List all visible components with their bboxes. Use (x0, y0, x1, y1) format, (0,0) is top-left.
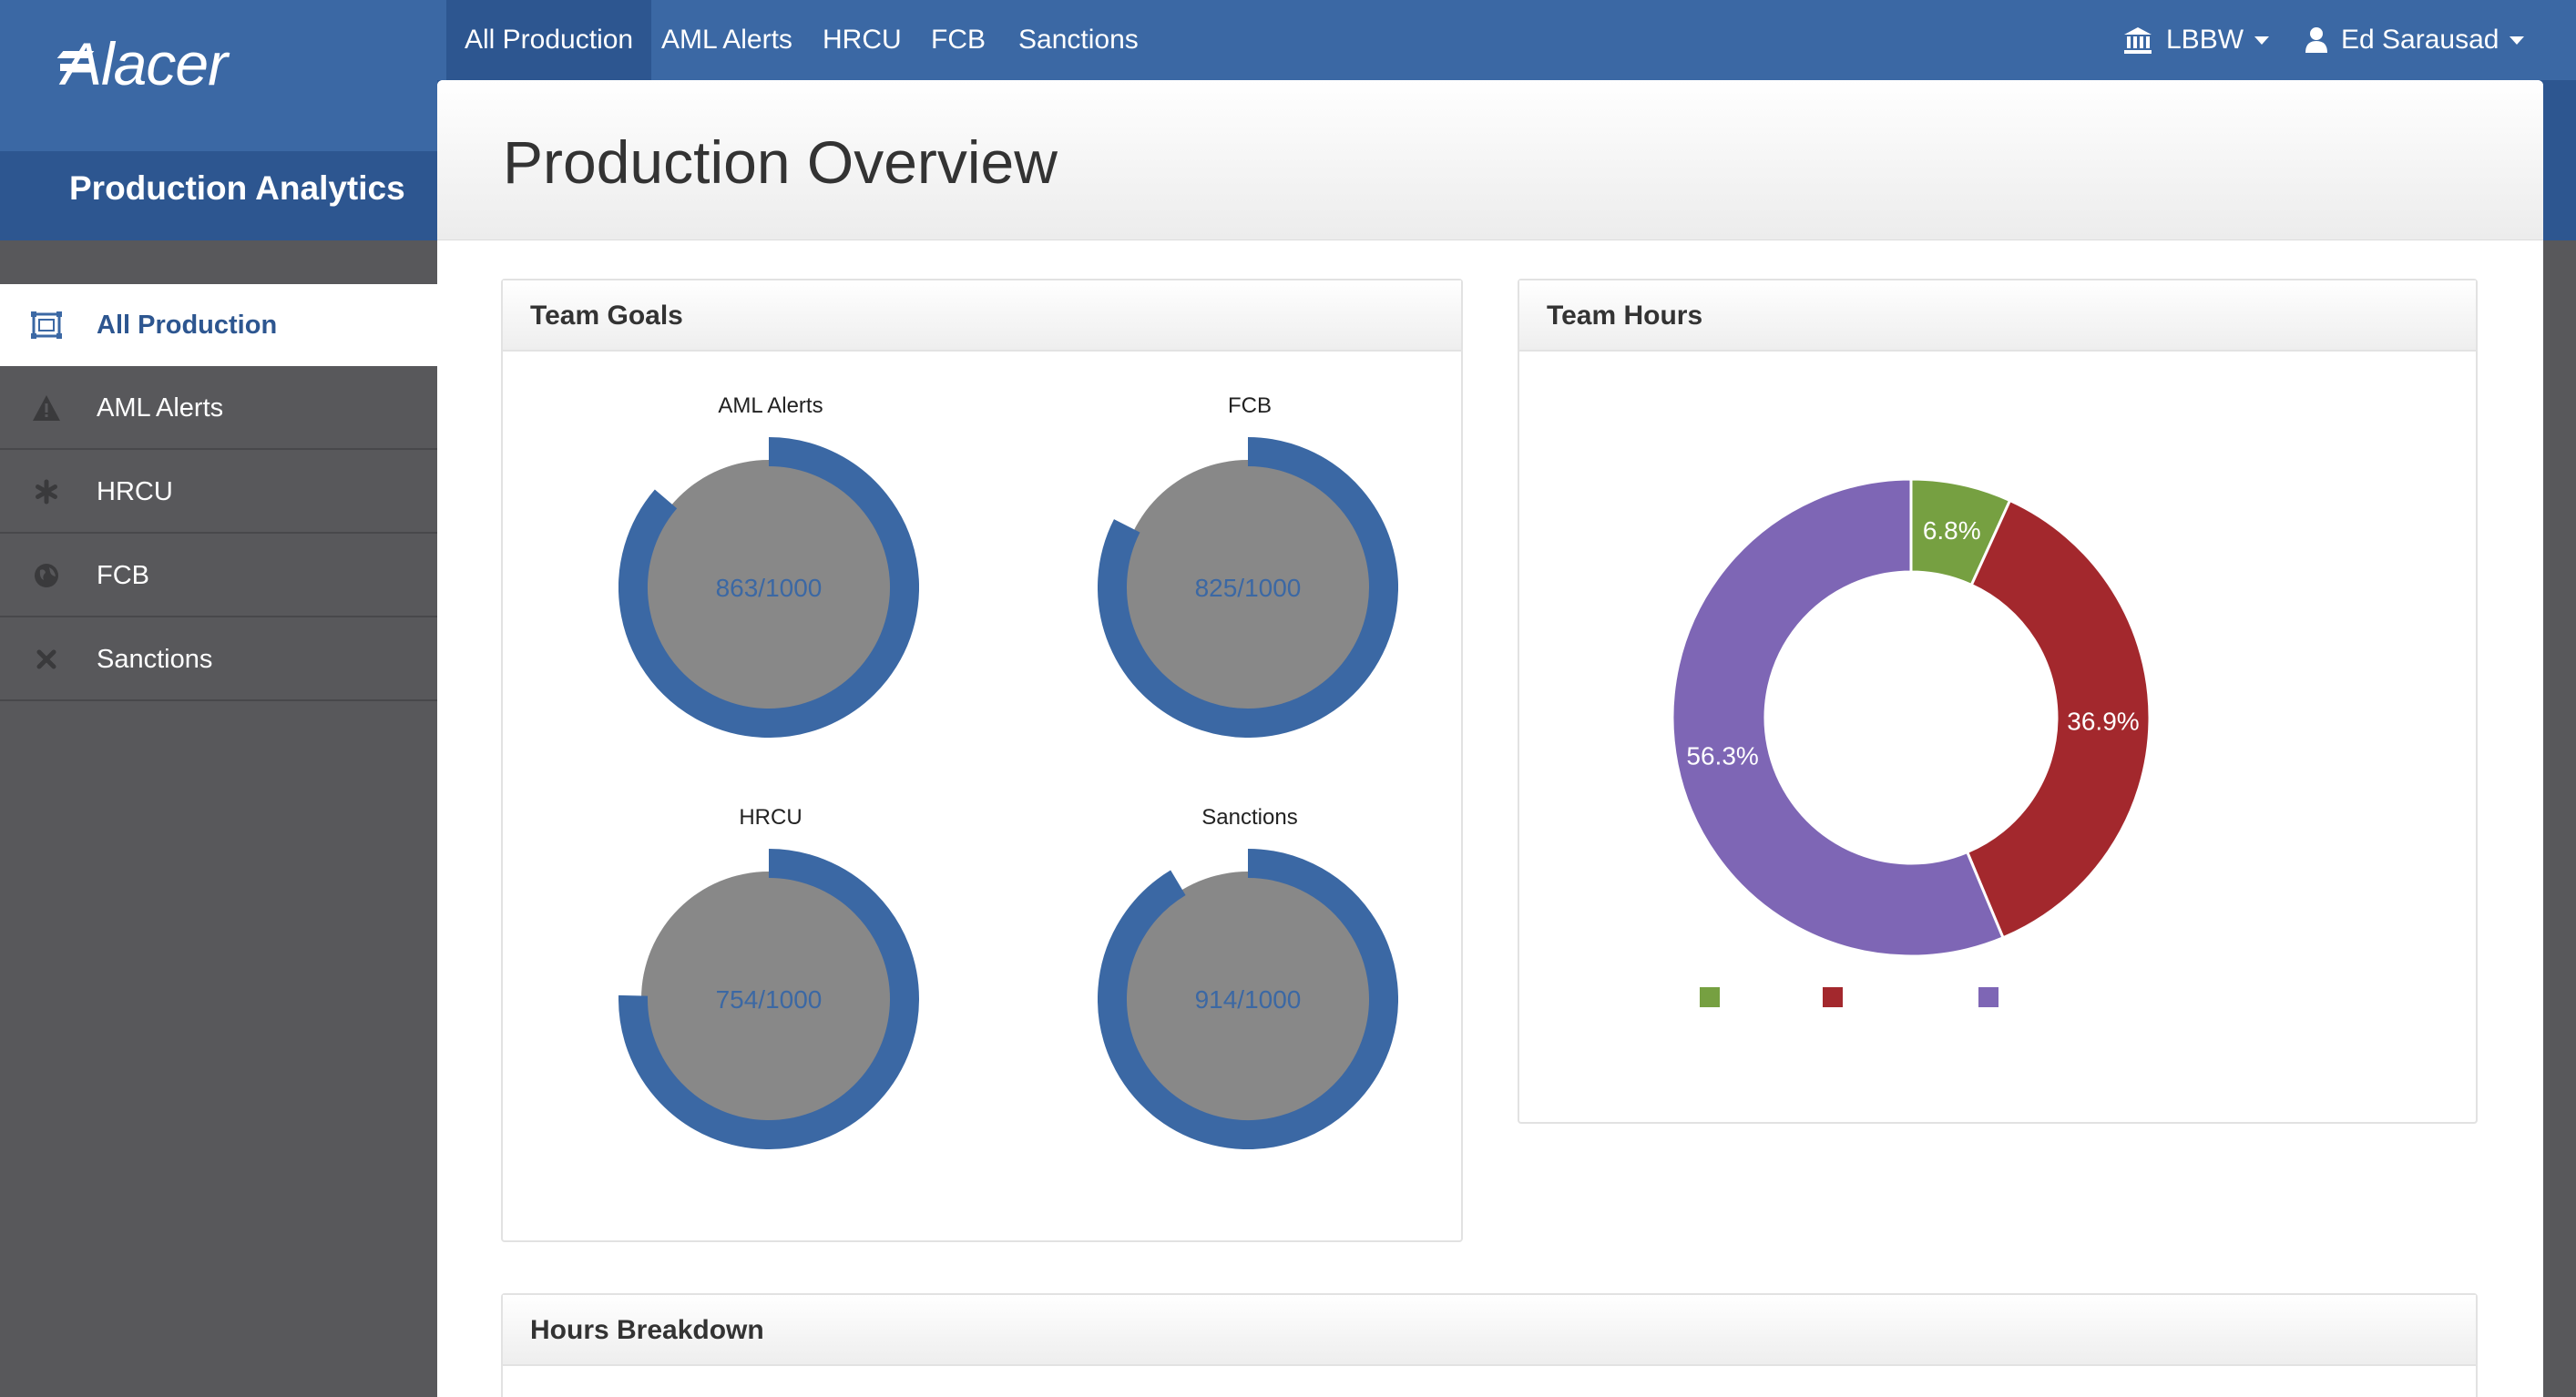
app-title: Production Analytics (69, 169, 405, 207)
hours-breakdown-panel: Hours Breakdown (501, 1293, 2478, 1397)
chevron-down-icon (2254, 36, 2270, 45)
gauge-value: 863/1000 (716, 574, 823, 602)
gauge-label: AML Alerts (718, 393, 823, 418)
panel-title: Team Hours (1547, 301, 1703, 331)
gauge-label: FCB (1228, 393, 1272, 418)
team-hours-panel: Team Hours 6.8% 36.9% 56.3% (1518, 279, 2478, 1124)
sidebar-item-all-production[interactable]: All Production (0, 284, 437, 366)
org-label: LBBW (2166, 25, 2244, 55)
gauge-label: Sanctions (1201, 805, 1298, 830)
sidebar-item-label: AML Alerts (97, 393, 224, 423)
sidebar-item-label: All Production (97, 310, 278, 340)
user-label: Ed Sarausad (2341, 25, 2499, 55)
topnav-hrcu[interactable]: HRCU (804, 0, 920, 80)
team-goals-panel: Team Goals AML Alerts 863/1000 FCB 825/1… (501, 279, 1463, 1242)
page-header: Production Overview (437, 80, 2543, 240)
gauge-sanctions: 914/1000 (1098, 849, 1398, 1149)
sidebar-item-label: FCB (97, 560, 149, 590)
panel-title: Hours Breakdown (530, 1315, 764, 1345)
donut-slice-label: 6.8% (1923, 516, 1981, 545)
warning-icon (31, 393, 62, 423)
sidebar-item-hrcu[interactable]: HRCU (0, 452, 437, 534)
page-title: Production Overview (503, 128, 1058, 196)
topnav-sanctions[interactable]: Sanctions (1000, 0, 1157, 80)
sidebar-item-aml-alerts[interactable]: AML Alerts (0, 368, 437, 450)
panel-title: Team Goals (530, 301, 683, 331)
topnav-all-production[interactable]: All Production (446, 0, 652, 80)
sidebar-item-fcb[interactable]: FCB (0, 535, 437, 617)
panel-header: Team Goals (503, 280, 1461, 352)
gauge-hrcu: 754/1000 (618, 849, 919, 1149)
close-icon (31, 644, 62, 675)
legend-swatch[interactable] (1823, 987, 1843, 1007)
main-content: Production Overview Team Goals AML Alert… (437, 80, 2543, 1397)
gauge-fcb: 825/1000 (1098, 437, 1398, 738)
gauge-label: HRCU (739, 805, 802, 830)
panel-header: Hours Breakdown (503, 1295, 2476, 1366)
org-dropdown[interactable]: LBBW (2122, 0, 2270, 80)
gauge-value: 754/1000 (716, 985, 823, 1014)
donut-slice-label: 56.3% (1686, 741, 1758, 770)
brand-logo[interactable]: Alacer (0, 0, 437, 151)
dashboard-icon (31, 310, 62, 341)
gauge-aml-alerts: 863/1000 (618, 437, 919, 738)
asterisk-icon (31, 476, 62, 507)
panel-header: Team Hours (1519, 280, 2476, 352)
user-icon (2305, 27, 2327, 53)
globe-icon (31, 560, 62, 591)
bank-icon (2124, 27, 2152, 54)
gauge-value: 914/1000 (1195, 985, 1302, 1014)
team-hours-donut-chart: 6.8% 36.9% 56.3% (1671, 477, 2152, 958)
topnav-fcb[interactable]: FCB (913, 0, 1004, 80)
donut-slice-label: 36.9% (2067, 707, 2139, 735)
page-gutter (2543, 240, 2576, 1397)
chevron-down-icon (2510, 36, 2525, 45)
legend-swatch[interactable] (1978, 987, 1998, 1007)
sidebar-item-label: Sanctions (97, 644, 213, 674)
gauge-value: 825/1000 (1195, 574, 1302, 602)
topnav-aml-alerts[interactable]: AML Alerts (643, 0, 811, 80)
legend-swatch[interactable] (1700, 987, 1720, 1007)
logo-text: Alacer (62, 30, 228, 97)
user-dropdown[interactable]: Ed Sarausad (2305, 0, 2525, 80)
sidebar-item-label: HRCU (97, 476, 173, 506)
sidebar-item-sanctions[interactable]: Sanctions (0, 619, 437, 701)
